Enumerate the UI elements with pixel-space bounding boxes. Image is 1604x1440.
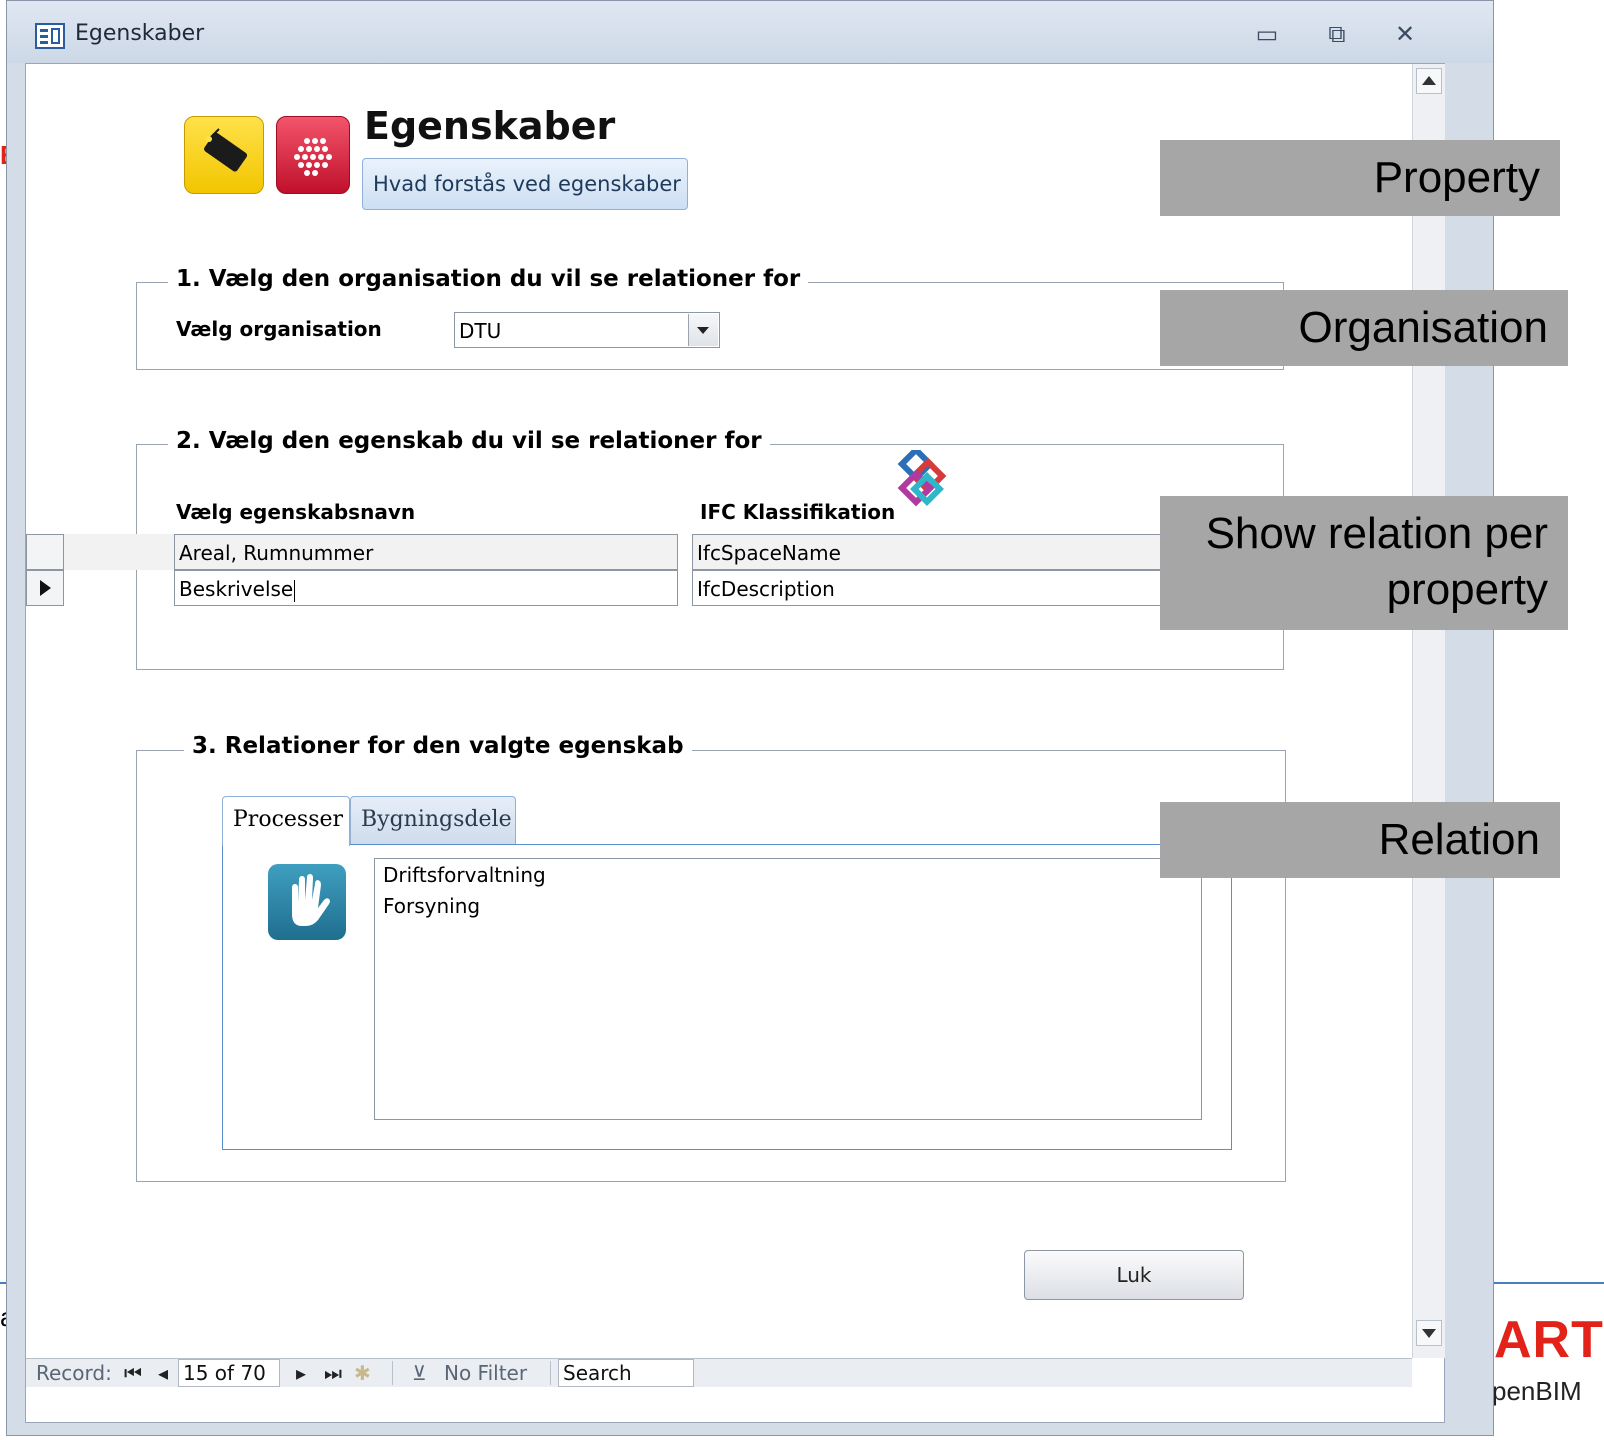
- property-name-cell-current[interactable]: Beskrivelse: [174, 570, 678, 606]
- ifc-classification-cell[interactable]: IfcSpaceName: [692, 534, 1172, 570]
- next-record-icon[interactable]: ▸: [296, 1359, 306, 1387]
- vertical-scrollbar[interactable]: [1412, 64, 1445, 1358]
- filter-icon: ⊻: [412, 1361, 427, 1385]
- annotation-relation: Relation: [1160, 802, 1560, 878]
- section-property-label: 2. Vælg den egenskab du vil se relatione…: [168, 428, 770, 454]
- current-record-input[interactable]: 15 of 70: [178, 1359, 280, 1387]
- list-item[interactable]: Driftsforvaltning: [383, 863, 546, 887]
- ifc-logo-icon: [897, 450, 947, 507]
- record-selector[interactable]: [26, 534, 64, 570]
- title-bar[interactable]: Egenskaber ▭ ⧉ ✕: [7, 1, 1493, 63]
- organisation-combobox[interactable]: DTU: [454, 312, 720, 348]
- record-label: Record:: [36, 1361, 112, 1385]
- scroll-down-button[interactable]: [1416, 1320, 1442, 1346]
- annotation-show-relation: Show relation per property: [1160, 496, 1568, 630]
- property-name-value: Beskrivelse: [179, 577, 294, 601]
- record-navigation-bar: Record: ⏮ ◂ 15 of 70 ▸ ⏭ ✱ ⊻ No Filter S…: [26, 1358, 1412, 1387]
- minimize-button[interactable]: ▭: [1247, 17, 1287, 51]
- no-filter-button[interactable]: No Filter: [444, 1359, 527, 1387]
- combobox-dropdown-button[interactable]: [688, 314, 718, 346]
- search-input[interactable]: Search: [558, 1359, 694, 1387]
- text-cursor: [294, 579, 296, 602]
- organisation-combobox-value: DTU: [459, 319, 502, 343]
- brand-subtitle-text: penBIM: [1492, 1376, 1582, 1406]
- ifc-classification-header: IFC Klassifikation: [700, 500, 896, 524]
- close-form-button[interactable]: Luk: [1024, 1250, 1244, 1300]
- section-organisation-label: 1. Vælg den organisation du vil se relat…: [168, 266, 809, 292]
- organisation-field-label: Vælg organisation: [176, 317, 382, 341]
- window-title: Egenskaber: [75, 21, 205, 46]
- previous-record-icon[interactable]: ◂: [158, 1359, 168, 1387]
- tag-icon: [184, 116, 264, 194]
- property-name-header: Vælg egenskabsnavn: [176, 500, 416, 524]
- annotation-show-relation-line1: Show relation per: [1205, 509, 1548, 558]
- scroll-up-button[interactable]: [1416, 68, 1442, 94]
- tab-processer[interactable]: Processer: [222, 796, 350, 846]
- dots-icon: [276, 116, 350, 194]
- ifc-classification-cell-current[interactable]: IfcDescription: [692, 570, 1172, 606]
- relations-listbox[interactable]: Driftsforvaltning Forsyning: [374, 858, 1202, 1120]
- section-relations-label: 3. Relationer for den valgte egenskab: [184, 733, 692, 759]
- info-button[interactable]: Hvad forstås ved egenskaber: [362, 158, 688, 210]
- nav-separator: [550, 1361, 551, 1385]
- row-strip: [64, 534, 176, 570]
- last-record-icon[interactable]: ⏭: [324, 1359, 342, 1387]
- annotation-show-relation-line2: property: [1386, 565, 1548, 614]
- restore-button[interactable]: ⧉: [1317, 17, 1357, 51]
- current-record-selector[interactable]: [26, 570, 64, 606]
- hand-icon: [268, 864, 346, 940]
- nav-separator: [392, 1361, 393, 1385]
- first-record-icon[interactable]: ⏮: [124, 1359, 142, 1387]
- brand-logo-text: ART: [1494, 1311, 1604, 1369]
- form-client-area: Egenskaber Hvad forstås ved egenskaber 1…: [25, 63, 1445, 1423]
- annotation-property: Property: [1160, 140, 1560, 216]
- form-icon: [35, 23, 65, 49]
- slide-divider-right: [1478, 1282, 1604, 1284]
- tab-bygningsdele[interactable]: Bygningsdele: [350, 796, 516, 844]
- property-name-cell[interactable]: Areal, Rumnummer: [174, 534, 678, 570]
- annotation-organisation: Organisation: [1160, 290, 1568, 366]
- close-window-button[interactable]: ✕: [1385, 17, 1425, 51]
- form-heading: Egenskaber: [364, 104, 616, 148]
- list-item[interactable]: Forsyning: [383, 894, 480, 918]
- new-record-icon[interactable]: ✱: [354, 1359, 371, 1387]
